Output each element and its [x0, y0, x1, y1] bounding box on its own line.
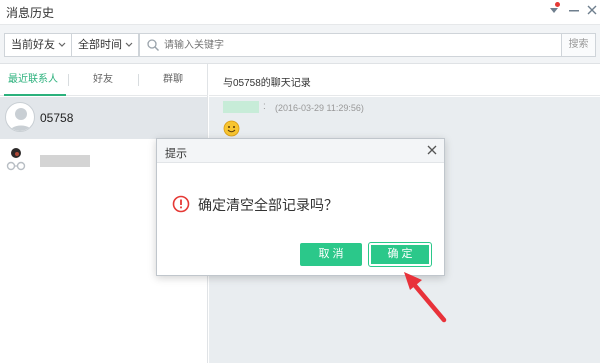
tab-divider — [68, 74, 69, 86]
close-icon[interactable] — [425, 143, 439, 157]
confirm-button[interactable]: 确 定 — [368, 242, 432, 267]
dialog-title: 提示 — [165, 148, 187, 160]
time-range-select[interactable]: 全部时间 — [71, 33, 139, 57]
tab-divider — [138, 74, 139, 86]
message-sender-separator: : — [263, 101, 266, 112]
contact-name-redacted — [40, 155, 90, 167]
time-range-value: 全部时间 — [78, 39, 122, 51]
message-sender-redacted — [223, 101, 259, 113]
tab-recent-contacts[interactable]: 最近联系人 — [0, 72, 66, 90]
notification-dot — [555, 2, 560, 7]
message-timestamp: (2016-03-29 11:29:56) — [275, 103, 364, 113]
smile-emoji-icon — [223, 120, 240, 137]
contact-name: 05758 — [40, 111, 74, 125]
filter-bar: 当前好友 全部时间 搜索 — [0, 24, 600, 64]
search-icon — [146, 38, 160, 52]
dialog-message: 确定清空全部记录吗？ — [198, 197, 338, 213]
minimize-icon[interactable] — [566, 2, 582, 18]
search-input[interactable] — [164, 37, 554, 53]
chevron-down-icon — [125, 34, 133, 64]
cancel-button[interactable]: 取 消 — [300, 243, 362, 266]
close-window-icon[interactable] — [584, 2, 600, 18]
active-tab-indicator — [4, 94, 66, 96]
chat-header: 与05758的聊天记录 — [209, 64, 600, 96]
title-bar: 消息历史 — [0, 0, 600, 24]
friend-scope-select[interactable]: 当前好友 — [4, 33, 72, 57]
contact-item[interactable]: 05758 — [0, 97, 207, 139]
user-avatar-icon — [6, 146, 34, 174]
warning-icon — [172, 195, 190, 213]
search-box — [139, 33, 562, 57]
tab-groups[interactable]: 群聊 — [140, 72, 206, 90]
tab-friends[interactable]: 好友 — [70, 72, 136, 90]
chevron-down-icon — [58, 34, 66, 64]
default-avatar-icon — [5, 102, 35, 132]
dialog-header: 提示 — [157, 139, 444, 163]
confirm-dialog: 提示 确定清空全部记录吗？ 取 消 确 定 — [156, 138, 445, 276]
chat-header-title: 与05758的聊天记录 — [223, 78, 311, 89]
contact-tabs: 最近联系人 好友 群聊 — [0, 64, 208, 96]
search-button[interactable]: 搜索 — [562, 33, 596, 57]
friend-scope-value: 当前好友 — [11, 39, 55, 51]
annotation-arrow-icon — [398, 268, 450, 324]
window-title: 消息历史 — [6, 6, 55, 20]
